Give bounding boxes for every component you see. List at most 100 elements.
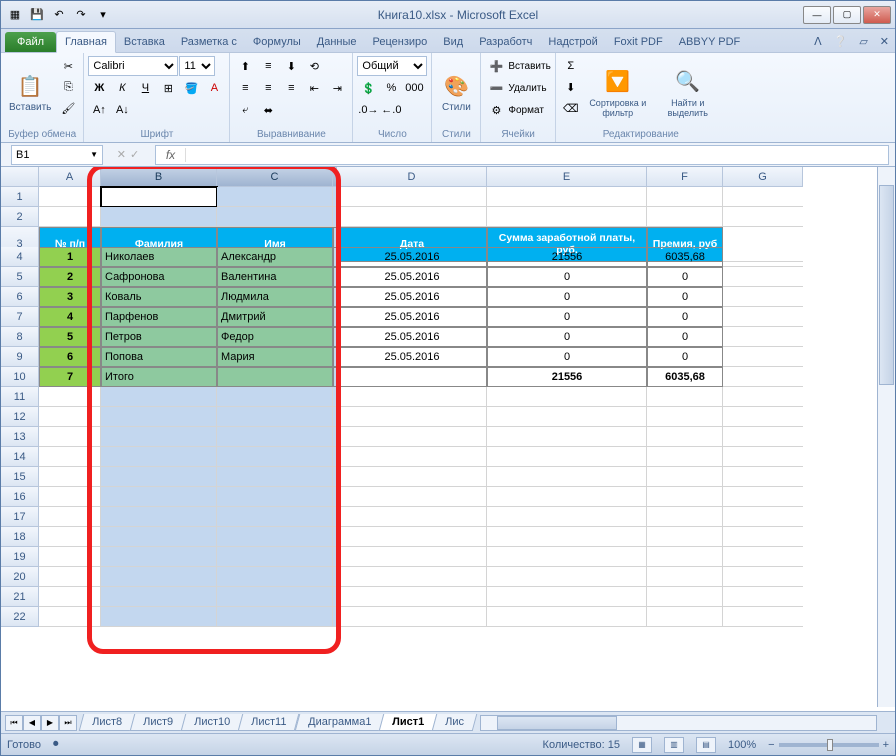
cell-empty[interactable] bbox=[723, 567, 803, 587]
enter-formula-icon[interactable]: ✓ bbox=[130, 148, 139, 161]
cell-num[interactable]: 1 bbox=[39, 247, 101, 267]
row-header-9[interactable]: 9 bbox=[1, 347, 39, 367]
increase-decimal-icon[interactable]: .0→ bbox=[357, 100, 379, 120]
fill-icon[interactable]: ⬇ bbox=[560, 77, 582, 97]
row-header-18[interactable]: 18 bbox=[1, 527, 39, 547]
sheet-tab-Лист11[interactable]: Лист11 bbox=[238, 714, 300, 731]
cell-empty[interactable] bbox=[647, 527, 723, 547]
cell-empty[interactable] bbox=[723, 427, 803, 447]
tab-abbyy[interactable]: ABBYY PDF bbox=[671, 32, 749, 52]
row-header-20[interactable]: 20 bbox=[1, 567, 39, 587]
cell-name[interactable]: Федор bbox=[217, 327, 333, 347]
sheet-nav-next-icon[interactable]: ▶ bbox=[41, 715, 59, 731]
col-header-F[interactable]: F bbox=[647, 167, 723, 187]
row-header-2[interactable]: 2 bbox=[1, 207, 39, 227]
sheet-nav-prev-icon[interactable]: ◀ bbox=[23, 715, 41, 731]
cell-empty[interactable] bbox=[39, 427, 101, 447]
cell-empty[interactable] bbox=[337, 187, 487, 207]
cell-empty[interactable] bbox=[723, 207, 803, 227]
cell-data[interactable]: 0 bbox=[647, 307, 723, 327]
styles-button[interactable]: 🎨 Стили bbox=[436, 56, 476, 127]
cell-empty[interactable] bbox=[39, 587, 101, 607]
cell-empty[interactable] bbox=[39, 407, 101, 427]
orientation-icon[interactable]: ⟲ bbox=[303, 56, 325, 76]
format-cells-icon[interactable]: ⚙ bbox=[485, 100, 507, 120]
cell-empty[interactable] bbox=[487, 407, 647, 427]
ribbon-minimize-icon[interactable]: ⴷ bbox=[808, 31, 828, 52]
col-header-B[interactable]: B bbox=[101, 167, 217, 187]
cell-empty[interactable] bbox=[217, 527, 333, 547]
name-box[interactable]: B1 ▼ bbox=[11, 145, 103, 165]
zoom-handle[interactable] bbox=[827, 739, 833, 751]
cell-empty[interactable] bbox=[723, 487, 803, 507]
cell-empty[interactable] bbox=[217, 507, 333, 527]
cell-name[interactable]: Коваль bbox=[101, 287, 217, 307]
decrease-decimal-icon[interactable]: ←.0 bbox=[380, 100, 402, 120]
cell-name[interactable]: Людмила bbox=[217, 287, 333, 307]
cell-empty[interactable] bbox=[101, 487, 217, 507]
font-size-select[interactable]: 11 bbox=[179, 56, 215, 76]
cell-empty[interactable] bbox=[101, 607, 217, 627]
currency-icon[interactable]: 💲 bbox=[357, 78, 379, 98]
cell-empty[interactable] bbox=[723, 467, 803, 487]
cell-empty[interactable] bbox=[101, 187, 217, 207]
row-header-6[interactable]: 6 bbox=[1, 287, 39, 307]
cell-empty[interactable] bbox=[217, 467, 333, 487]
cell-empty[interactable] bbox=[217, 427, 333, 447]
cell-empty[interactable] bbox=[39, 607, 101, 627]
cell-empty[interactable] bbox=[217, 607, 333, 627]
cell-empty[interactable] bbox=[217, 567, 333, 587]
cell-empty[interactable] bbox=[101, 427, 217, 447]
indent-decrease-icon[interactable]: ⇤ bbox=[303, 78, 325, 98]
cell-data[interactable] bbox=[337, 367, 487, 387]
cell-empty[interactable] bbox=[647, 487, 723, 507]
cell-data[interactable]: 6035,68 bbox=[647, 247, 723, 267]
sheet-tab-Лист9[interactable]: Лист9 bbox=[130, 714, 187, 731]
redo-icon[interactable]: ↷ bbox=[71, 5, 91, 25]
cell-empty[interactable] bbox=[101, 407, 217, 427]
cell-empty[interactable] bbox=[337, 387, 487, 407]
worksheet-grid[interactable]: ABCDEFG123№ п/пФамилияИмяДатаСумма зараб… bbox=[1, 167, 895, 707]
cell-empty[interactable] bbox=[487, 607, 647, 627]
view-normal-icon[interactable]: ▦ bbox=[632, 737, 652, 753]
cell-name[interactable]: Сафронова bbox=[101, 267, 217, 287]
cell-empty[interactable] bbox=[647, 607, 723, 627]
cell-empty[interactable] bbox=[217, 387, 333, 407]
cell-empty[interactable] bbox=[337, 427, 487, 447]
delete-label[interactable]: Удалить bbox=[508, 83, 546, 94]
cell-empty[interactable] bbox=[217, 207, 333, 227]
zoom-out-icon[interactable]: − bbox=[768, 739, 774, 751]
cell-empty[interactable] bbox=[487, 187, 647, 207]
cut-icon[interactable]: ✂ bbox=[57, 56, 79, 76]
cell-data[interactable]: 25.05.2016 bbox=[337, 307, 487, 327]
row-header-16[interactable]: 16 bbox=[1, 487, 39, 507]
border-icon[interactable]: ⊞ bbox=[157, 78, 179, 98]
sheet-tab-Лис[interactable]: Лис bbox=[432, 714, 477, 731]
cell-empty[interactable] bbox=[487, 567, 647, 587]
cell-data[interactable]: 21556 bbox=[487, 367, 647, 387]
cell-data[interactable]: 25.05.2016 bbox=[337, 347, 487, 367]
cell-empty[interactable] bbox=[647, 447, 723, 467]
cell-empty[interactable] bbox=[723, 387, 803, 407]
sheet-nav-last-icon[interactable]: ⏭ bbox=[59, 715, 77, 731]
cell-name[interactable]: Мария bbox=[217, 347, 333, 367]
cell-empty[interactable] bbox=[723, 307, 803, 327]
col-header-E[interactable]: E bbox=[487, 167, 647, 187]
cell-empty[interactable] bbox=[723, 607, 803, 627]
file-tab[interactable]: Файл bbox=[5, 32, 56, 52]
name-box-dropdown-icon[interactable]: ▼ bbox=[90, 150, 98, 159]
cell-empty[interactable] bbox=[101, 587, 217, 607]
zoom-in-icon[interactable]: + bbox=[883, 739, 889, 751]
row-header-11[interactable]: 11 bbox=[1, 387, 39, 407]
tab-review[interactable]: Рецензиро bbox=[365, 32, 436, 52]
paste-button[interactable]: 📋 Вставить bbox=[5, 56, 55, 127]
cell-num[interactable]: 3 bbox=[39, 287, 101, 307]
sheet-tab-Лист10[interactable]: Лист10 bbox=[181, 714, 244, 731]
fill-color-icon[interactable]: 🪣 bbox=[180, 78, 202, 98]
close-button[interactable]: ✕ bbox=[863, 6, 891, 24]
tab-insert[interactable]: Вставка bbox=[116, 32, 173, 52]
row-header-8[interactable]: 8 bbox=[1, 327, 39, 347]
cell-name[interactable]: Валентина bbox=[217, 267, 333, 287]
cell-empty[interactable] bbox=[647, 387, 723, 407]
undo-icon[interactable]: ↶ bbox=[49, 5, 69, 25]
